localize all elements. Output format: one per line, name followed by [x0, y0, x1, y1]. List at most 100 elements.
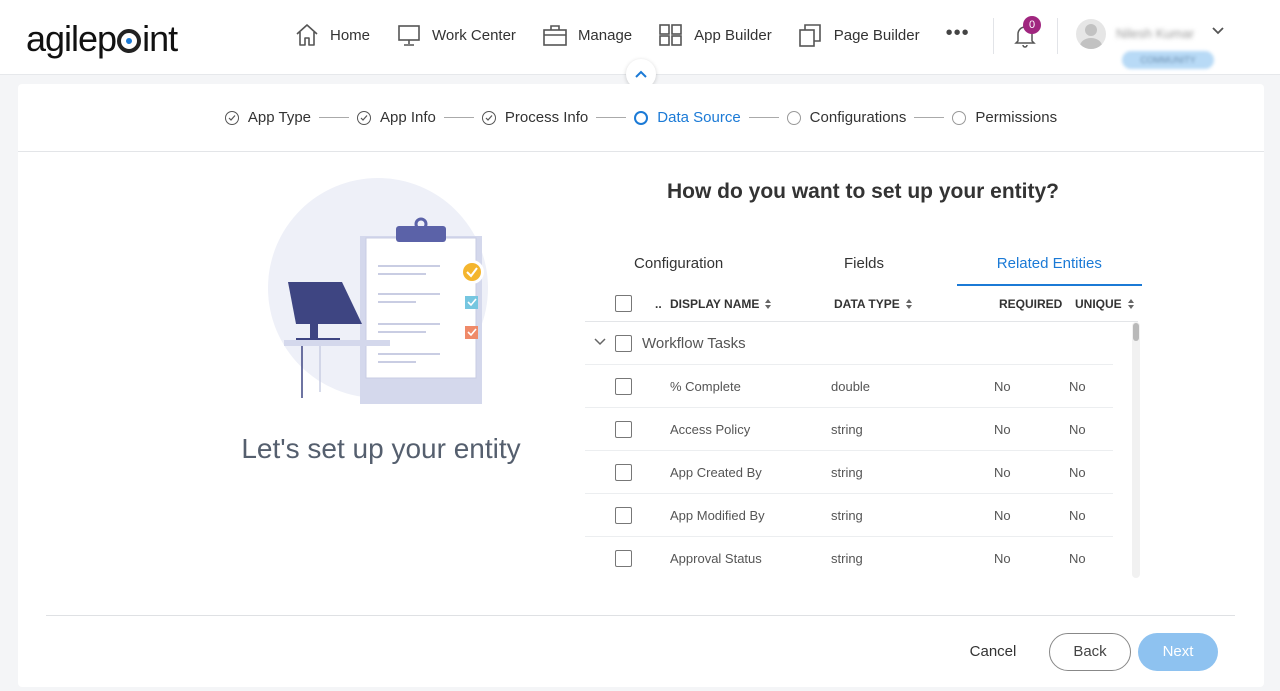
cell-data-type: string — [831, 465, 863, 480]
tab-related-entities[interactable]: Related Entities — [956, 250, 1142, 286]
step-configurations[interactable]: Configurations — [786, 109, 906, 126]
row-checkbox[interactable] — [615, 464, 632, 481]
wizard-card: App Type App Info Process Info Data Sour… — [18, 84, 1264, 687]
entity-tabs: Configuration Fields Related Entities — [586, 250, 1142, 286]
check-circle-icon — [357, 110, 372, 125]
nav-work-center[interactable]: Work Center — [396, 23, 516, 47]
check-circle-icon — [224, 110, 239, 125]
grid-icon — [659, 24, 682, 46]
step-data-source[interactable]: Data Source — [634, 109, 741, 126]
cell-required: No — [994, 465, 1011, 480]
row-checkbox[interactable] — [615, 421, 632, 438]
column-data-type[interactable]: DATA TYPE — [834, 297, 913, 311]
cell-display-name: % Complete — [670, 379, 741, 394]
agilepoint-logo[interactable]: agilep int — [26, 18, 178, 60]
step-connector — [443, 117, 474, 118]
chevron-down-icon[interactable] — [594, 338, 606, 346]
back-button[interactable]: Back — [1049, 633, 1131, 671]
column-display-name-label: DISPLAY NAME — [670, 297, 760, 311]
cell-required: No — [994, 422, 1011, 437]
chevron-down-icon[interactable] — [1211, 24, 1225, 38]
scrollbar-thumb[interactable] — [1133, 323, 1139, 341]
pending-step-circle-icon — [952, 110, 967, 125]
select-all-checkbox[interactable] — [615, 295, 632, 312]
table-header: .. DISPLAY NAME DATA TYPE REQUIRED UNIQU… — [585, 286, 1138, 322]
step-label: Data Source — [657, 109, 741, 126]
nav-divider — [993, 18, 994, 54]
nav-home-label: Home — [330, 26, 371, 44]
entity-setup-illustration-icon — [268, 178, 488, 404]
step-connector — [748, 117, 779, 118]
step-label: Process Info — [504, 109, 589, 126]
step-connector — [319, 117, 350, 118]
cell-required: No — [994, 551, 1011, 566]
logo-o-icon — [117, 29, 142, 53]
table-scrollbar[interactable] — [1132, 322, 1140, 578]
step-label: Permissions — [975, 109, 1058, 126]
cancel-button[interactable]: Cancel — [958, 633, 1028, 671]
cell-data-type: string — [831, 508, 863, 523]
sort-icon — [905, 298, 913, 310]
step-label: App Type — [247, 109, 312, 126]
active-step-circle-icon — [634, 110, 649, 125]
step-app-info[interactable]: App Info — [357, 109, 436, 126]
cell-unique: No — [1069, 379, 1086, 394]
logo-text-start: agilep — [26, 18, 117, 59]
table-row: Approval Status string No No — [585, 537, 1113, 578]
home-icon — [296, 24, 318, 46]
group-checkbox[interactable] — [615, 335, 632, 352]
cell-data-type: string — [831, 422, 863, 437]
cell-unique: No — [1069, 508, 1086, 523]
check-circle-icon — [481, 110, 496, 125]
cell-unique: No — [1069, 422, 1086, 437]
nav-home[interactable]: Home — [294, 23, 370, 47]
cell-required: No — [994, 508, 1011, 523]
sort-icon — [764, 298, 772, 310]
row-checkbox[interactable] — [615, 378, 632, 395]
step-app-type[interactable]: App Type — [224, 109, 312, 126]
more-menu-icon[interactable]: ••• — [946, 22, 970, 45]
chevron-up-icon — [635, 70, 647, 78]
user-avatar[interactable] — [1076, 19, 1106, 49]
table-row: Access Policy string No No — [585, 408, 1113, 451]
row-checkbox[interactable] — [615, 550, 632, 567]
step-label: App Info — [380, 109, 436, 126]
table-row: % Complete double No No — [585, 365, 1113, 408]
cell-display-name: Access Policy — [670, 422, 751, 437]
group-row-workflow-tasks[interactable]: Workflow Tasks — [585, 322, 1113, 365]
column-unique-label: UNIQUE — [1075, 297, 1122, 311]
nav-app-builder[interactable]: App Builder — [658, 23, 772, 47]
tab-fields[interactable]: Fields — [771, 250, 956, 286]
group-label: Workflow Tasks — [642, 335, 746, 352]
row-checkbox[interactable] — [615, 507, 632, 524]
step-connector — [596, 117, 627, 118]
user-name[interactable]: Nilesh Kumar — [1116, 26, 1194, 41]
next-button[interactable]: Next — [1138, 633, 1218, 671]
cell-display-name: App Created By — [670, 465, 762, 480]
cell-unique: No — [1069, 551, 1086, 566]
monitor-icon — [398, 25, 420, 46]
pending-step-circle-icon — [786, 110, 801, 125]
nav-manage-label: Manage — [577, 26, 633, 44]
cell-unique: No — [1069, 465, 1086, 480]
cell-display-name: Approval Status — [670, 551, 762, 566]
copy-icon — [798, 24, 821, 47]
column-required: REQUIRED — [999, 297, 1063, 311]
logo-text-end: int — [142, 18, 178, 59]
column-unique[interactable]: UNIQUE — [1075, 297, 1135, 311]
tab-configuration[interactable]: Configuration — [586, 250, 771, 286]
cell-data-type: double — [831, 379, 871, 394]
nav-page-builder-label: Page Builder — [833, 26, 920, 44]
nav-page-builder[interactable]: Page Builder — [798, 23, 920, 47]
step-permissions[interactable]: Permissions — [952, 109, 1057, 126]
cell-display-name: App Modified By — [670, 508, 765, 523]
nav-app-builder-label: App Builder — [694, 26, 772, 44]
briefcase-icon — [543, 25, 567, 46]
wizard-stepper: App Type App Info Process Info Data Sour… — [18, 84, 1264, 152]
column-display-name[interactable]: DISPLAY NAME — [670, 297, 772, 311]
table-row: App Modified By string No No — [585, 494, 1113, 537]
cell-data-type: string — [831, 551, 863, 566]
step-process-info[interactable]: Process Info — [481, 109, 589, 126]
setup-question-heading: How do you want to set up your entity? — [667, 180, 1059, 203]
nav-manage[interactable]: Manage — [542, 23, 632, 47]
